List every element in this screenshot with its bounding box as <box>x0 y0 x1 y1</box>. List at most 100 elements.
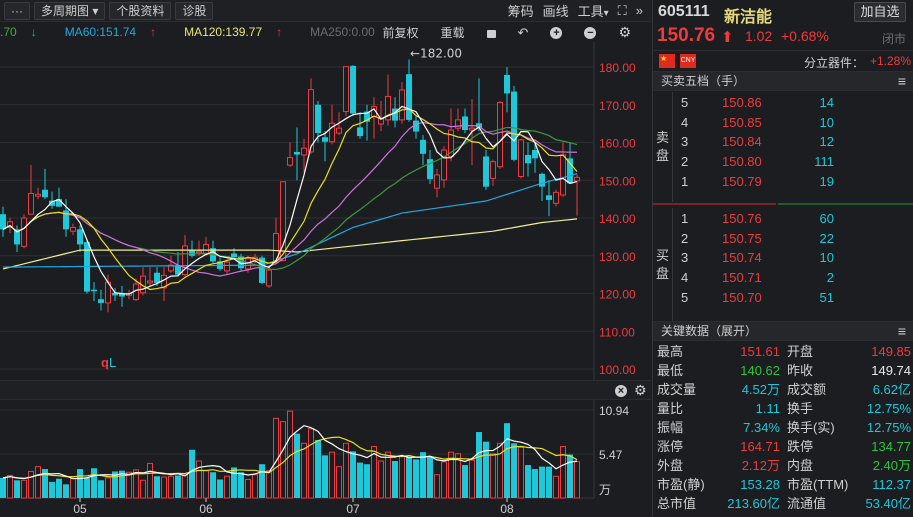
ma120-value: MA120:139.77 ↑ <box>184 25 296 39</box>
spread-divider-buy <box>778 203 913 205</box>
candle-up <box>35 193 41 197</box>
candle-down <box>98 299 104 303</box>
y-tick-label: 170.00 <box>599 99 636 113</box>
key-label: 总市值 <box>657 496 697 511</box>
candle-up <box>336 127 342 134</box>
keydata-row: 成交量 4.52万 成交额 6.62亿 <box>653 380 913 399</box>
volume-header: × ⚙ <box>0 380 651 400</box>
key-label: 换手(实) <box>787 420 835 435</box>
lock-icon[interactable] <box>486 30 496 38</box>
volume-bar <box>518 446 524 499</box>
key-value: 1.11 <box>755 401 780 416</box>
quote-panel: 605111 新洁能 加自选 150.76 ⬆ 1.02 +0.68% 闭市 ★… <box>652 0 913 517</box>
adjust-button[interactable]: 前复权 <box>383 24 419 41</box>
volume-bar <box>224 475 230 499</box>
volume-bar <box>0 477 6 498</box>
volume-bar <box>98 480 104 498</box>
candle-down <box>532 150 538 159</box>
price: 150.84 <box>722 134 762 150</box>
sell-order-row[interactable]: 5 150.86 14 <box>673 93 913 113</box>
multi-period-button[interactable]: 多周期图 ▾ <box>34 1 106 20</box>
quantity: 12 <box>819 134 834 150</box>
candle-down <box>322 137 328 142</box>
candle-down <box>315 104 321 134</box>
buy-order-row[interactable]: 5 150.70 51 <box>673 288 913 308</box>
ma120-label: MA120:139.77 <box>184 25 263 39</box>
candle-up <box>28 192 34 215</box>
close-icon[interactable]: × <box>615 385 627 397</box>
sell-side-label: 卖盘 <box>653 92 673 202</box>
price: 150.70 <box>722 289 762 305</box>
sell-order-row[interactable]: 1 150.79 19 <box>673 172 913 192</box>
more-button[interactable]: ··· <box>4 1 30 20</box>
kline-chart[interactable]: 180.00 170.00 160.00 150.00 140.00 130.00 120.… <box>0 0 651 517</box>
buy-order-row[interactable]: 3 150.74 10 <box>673 248 913 268</box>
volume-bar <box>280 421 286 499</box>
stock-info-button[interactable]: 个股资料 <box>109 1 172 20</box>
zoom-in-icon[interactable]: + <box>550 26 563 39</box>
add-watchlist-button[interactable]: 加自选 <box>854 2 906 22</box>
y-tick-label: 110.00 <box>599 325 635 339</box>
volume-bar <box>189 449 195 498</box>
tools-button[interactable]: 工具▾ <box>578 1 609 20</box>
volume-bar <box>91 468 97 498</box>
ma250-value: MA250:0.00 <box>310 25 375 39</box>
stock-code: 605111 <box>658 3 710 20</box>
volume-bar <box>308 428 314 499</box>
level: 1 <box>681 211 689 226</box>
undo-icon[interactable]: ↶ <box>518 25 529 41</box>
key-label: 外盘 <box>657 458 684 473</box>
gear-icon[interactable]: ⚙ <box>618 24 631 41</box>
volume-bar <box>329 451 335 499</box>
volume-bar <box>210 472 216 498</box>
candle-up <box>441 149 447 181</box>
volume-bar <box>497 442 503 499</box>
reload-button[interactable]: 重载 <box>441 24 465 41</box>
level: 5 <box>681 95 689 110</box>
volume-tick-label: 10.94 <box>599 404 629 418</box>
sector-name[interactable]: 分立器件： <box>804 54 864 71</box>
buy-order-row[interactable]: 2 150.75 22 <box>673 229 913 249</box>
orderbook-header[interactable]: 买卖五档（手） ≡ <box>653 71 913 91</box>
volume-bar <box>245 478 251 499</box>
sell-order-row[interactable]: 3 150.84 12 <box>673 132 913 152</box>
volume-bar <box>553 475 559 499</box>
keydata-header[interactable]: 关键数据（展开） ≡ <box>653 321 913 341</box>
market-status: 闭市 <box>881 32 906 46</box>
volume-bar <box>7 474 13 499</box>
volume-bar <box>35 466 41 499</box>
volume-bar <box>385 451 391 499</box>
volume-bar <box>301 442 307 499</box>
level: 5 <box>681 289 689 305</box>
key-label: 涨停 <box>657 439 684 454</box>
volume-bar <box>350 451 356 498</box>
gear-icon[interactable]: ⚙ <box>634 382 647 399</box>
x-tick-label: 06 <box>199 502 213 516</box>
volume-bar <box>399 455 405 499</box>
volume-bar <box>126 471 132 499</box>
sell-order-row[interactable]: 4 150.85 10 <box>673 113 913 133</box>
collapse-panel-icon[interactable]: » <box>636 3 643 18</box>
buy-side-label: 买盘 <box>653 208 673 322</box>
volume-bar <box>511 443 517 498</box>
draw-button[interactable]: 画线 <box>543 1 569 20</box>
volume-bar <box>49 481 55 498</box>
sell-order-row[interactable]: 2 150.80 111 <box>673 152 913 172</box>
candle-down <box>350 65 356 114</box>
menu-icon[interactable]: ≡ <box>898 72 906 90</box>
y-tick-label: 180.00 <box>599 61 636 75</box>
price-change: 1.02 <box>745 28 773 44</box>
buy-order-row[interactable]: 1 150.76 60 <box>673 209 913 229</box>
quote-header: 605111 新洁能 加自选 150.76 ⬆ 1.02 +0.68% 闭市 <box>653 0 913 48</box>
fullscreen-icon[interactable]: ⛶ <box>618 3 627 19</box>
menu-icon[interactable]: ≡ <box>898 322 906 340</box>
volume-bar <box>238 472 244 498</box>
zoom-out-icon[interactable]: − <box>584 26 597 39</box>
key-label: 量比 <box>657 401 684 416</box>
keydata-row: 外盘 2.12万 内盘 2.40万 <box>653 456 913 475</box>
buy-order-row[interactable]: 4 150.71 2 <box>673 268 913 288</box>
chips-button[interactable]: 筹码 <box>508 1 534 20</box>
quantity: 19 <box>819 173 834 189</box>
cny-currency-icon: CNY <box>680 54 696 68</box>
diagnose-button[interactable]: 诊股 <box>175 1 214 20</box>
